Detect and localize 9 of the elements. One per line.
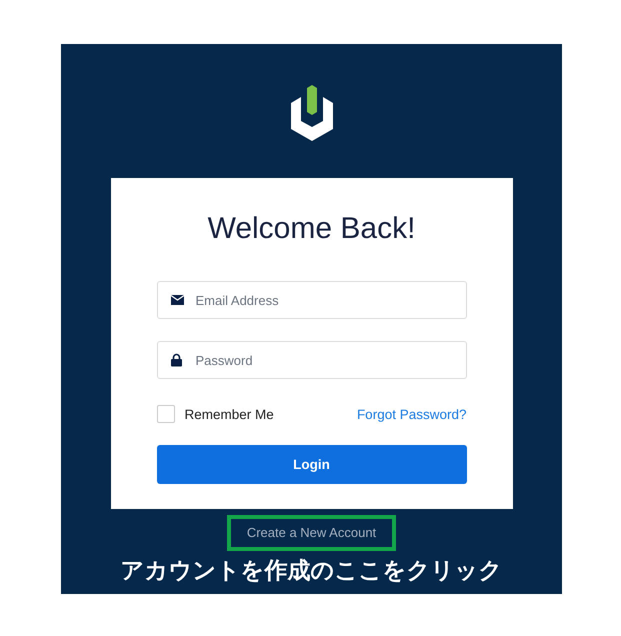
login-button[interactable]: Login <box>156 445 466 484</box>
forgot-password-link[interactable]: Forgot Password? <box>356 406 466 422</box>
annotation-text: アカウントを作成のここをクリック <box>120 556 502 585</box>
welcome-heading: Welcome Back! <box>206 211 416 247</box>
create-account-link[interactable]: Create a New Account <box>246 525 376 540</box>
email-field[interactable]: Email Address <box>156 281 466 319</box>
password-field[interactable]: Password <box>156 341 466 379</box>
remember-checkbox[interactable] <box>156 405 174 423</box>
remember-label: Remember Me <box>184 406 274 422</box>
